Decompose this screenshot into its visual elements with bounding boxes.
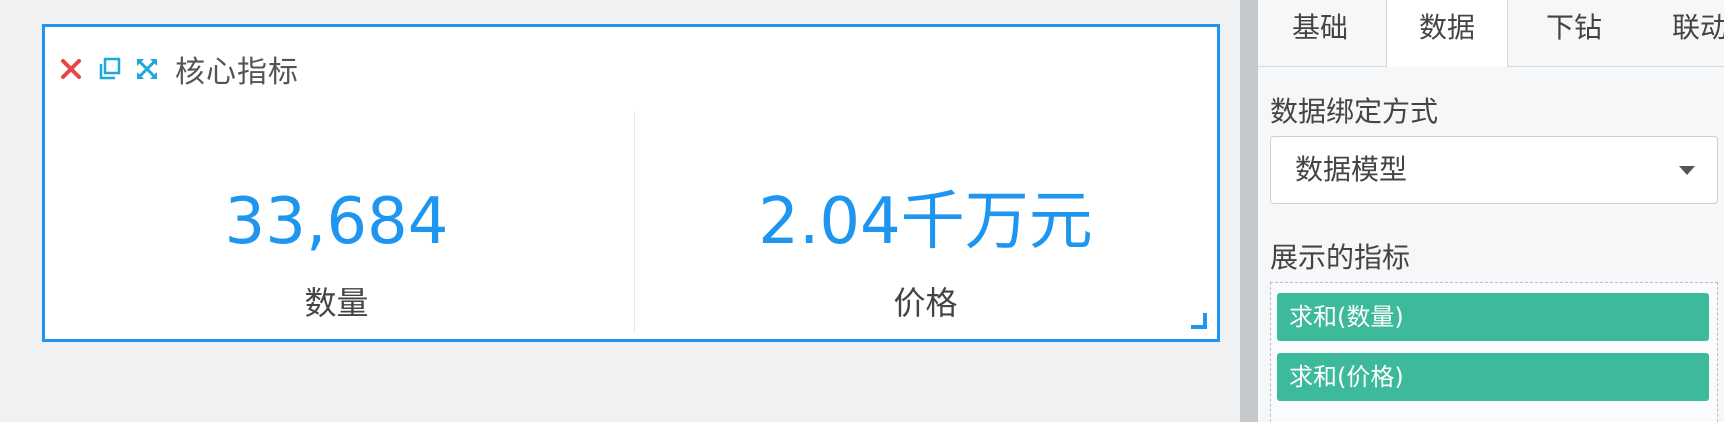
indicator-pill-price[interactable]: 求和(价格) <box>1277 353 1709 401</box>
binding-mode-value: 数据模型 <box>1295 153 1408 186</box>
panel-splitter[interactable] <box>1240 0 1258 422</box>
metric-value: 33,684 <box>224 185 449 259</box>
binding-mode-label: 数据绑定方式 <box>1270 95 1439 128</box>
metric-value: 2.04千万元 <box>758 185 1093 259</box>
indicators-drop-zone[interactable]: 求和(数量) 求和(价格) <box>1270 282 1718 422</box>
widget-header: 核心指标 <box>57 49 299 90</box>
widget-title: 核心指标 <box>175 55 299 90</box>
indicators-label: 展示的指标 <box>1270 241 1411 274</box>
close-icon[interactable] <box>57 55 85 83</box>
dashboard-canvas: 核心指标 33,684 数量 2.04千万元 价格 <box>0 0 1240 422</box>
tab-linkage[interactable]: 联动 <box>1638 0 1724 66</box>
indicator-pill-quantity[interactable]: 求和(数量) <box>1277 293 1709 341</box>
kpi-widget[interactable]: 核心指标 33,684 数量 2.04千万元 价格 <box>42 24 1220 342</box>
metric-label: 数量 <box>304 284 369 322</box>
tab-data[interactable]: 数据 <box>1386 0 1508 67</box>
tab-drilldown[interactable]: 下钻 <box>1512 0 1636 66</box>
panel-tabs: 基础 数据 下钻 联动 <box>1258 0 1724 67</box>
settings-panel: 基础 数据 下钻 联动 数据绑定方式 数据模型 展示的指标 求和(数量) 求和(… <box>1258 0 1724 422</box>
fullscreen-icon[interactable] <box>133 55 161 83</box>
binding-mode-select[interactable]: 数据模型 <box>1270 136 1718 204</box>
tab-basic[interactable]: 基础 <box>1258 0 1382 66</box>
metric-label: 价格 <box>893 284 958 322</box>
caret-down-icon <box>1679 166 1695 175</box>
metric-card-quantity: 33,684 数量 <box>45 107 628 332</box>
metric-card-price: 2.04千万元 价格 <box>634 107 1217 332</box>
resize-handle[interactable] <box>1191 313 1207 329</box>
copy-icon[interactable] <box>95 55 123 83</box>
